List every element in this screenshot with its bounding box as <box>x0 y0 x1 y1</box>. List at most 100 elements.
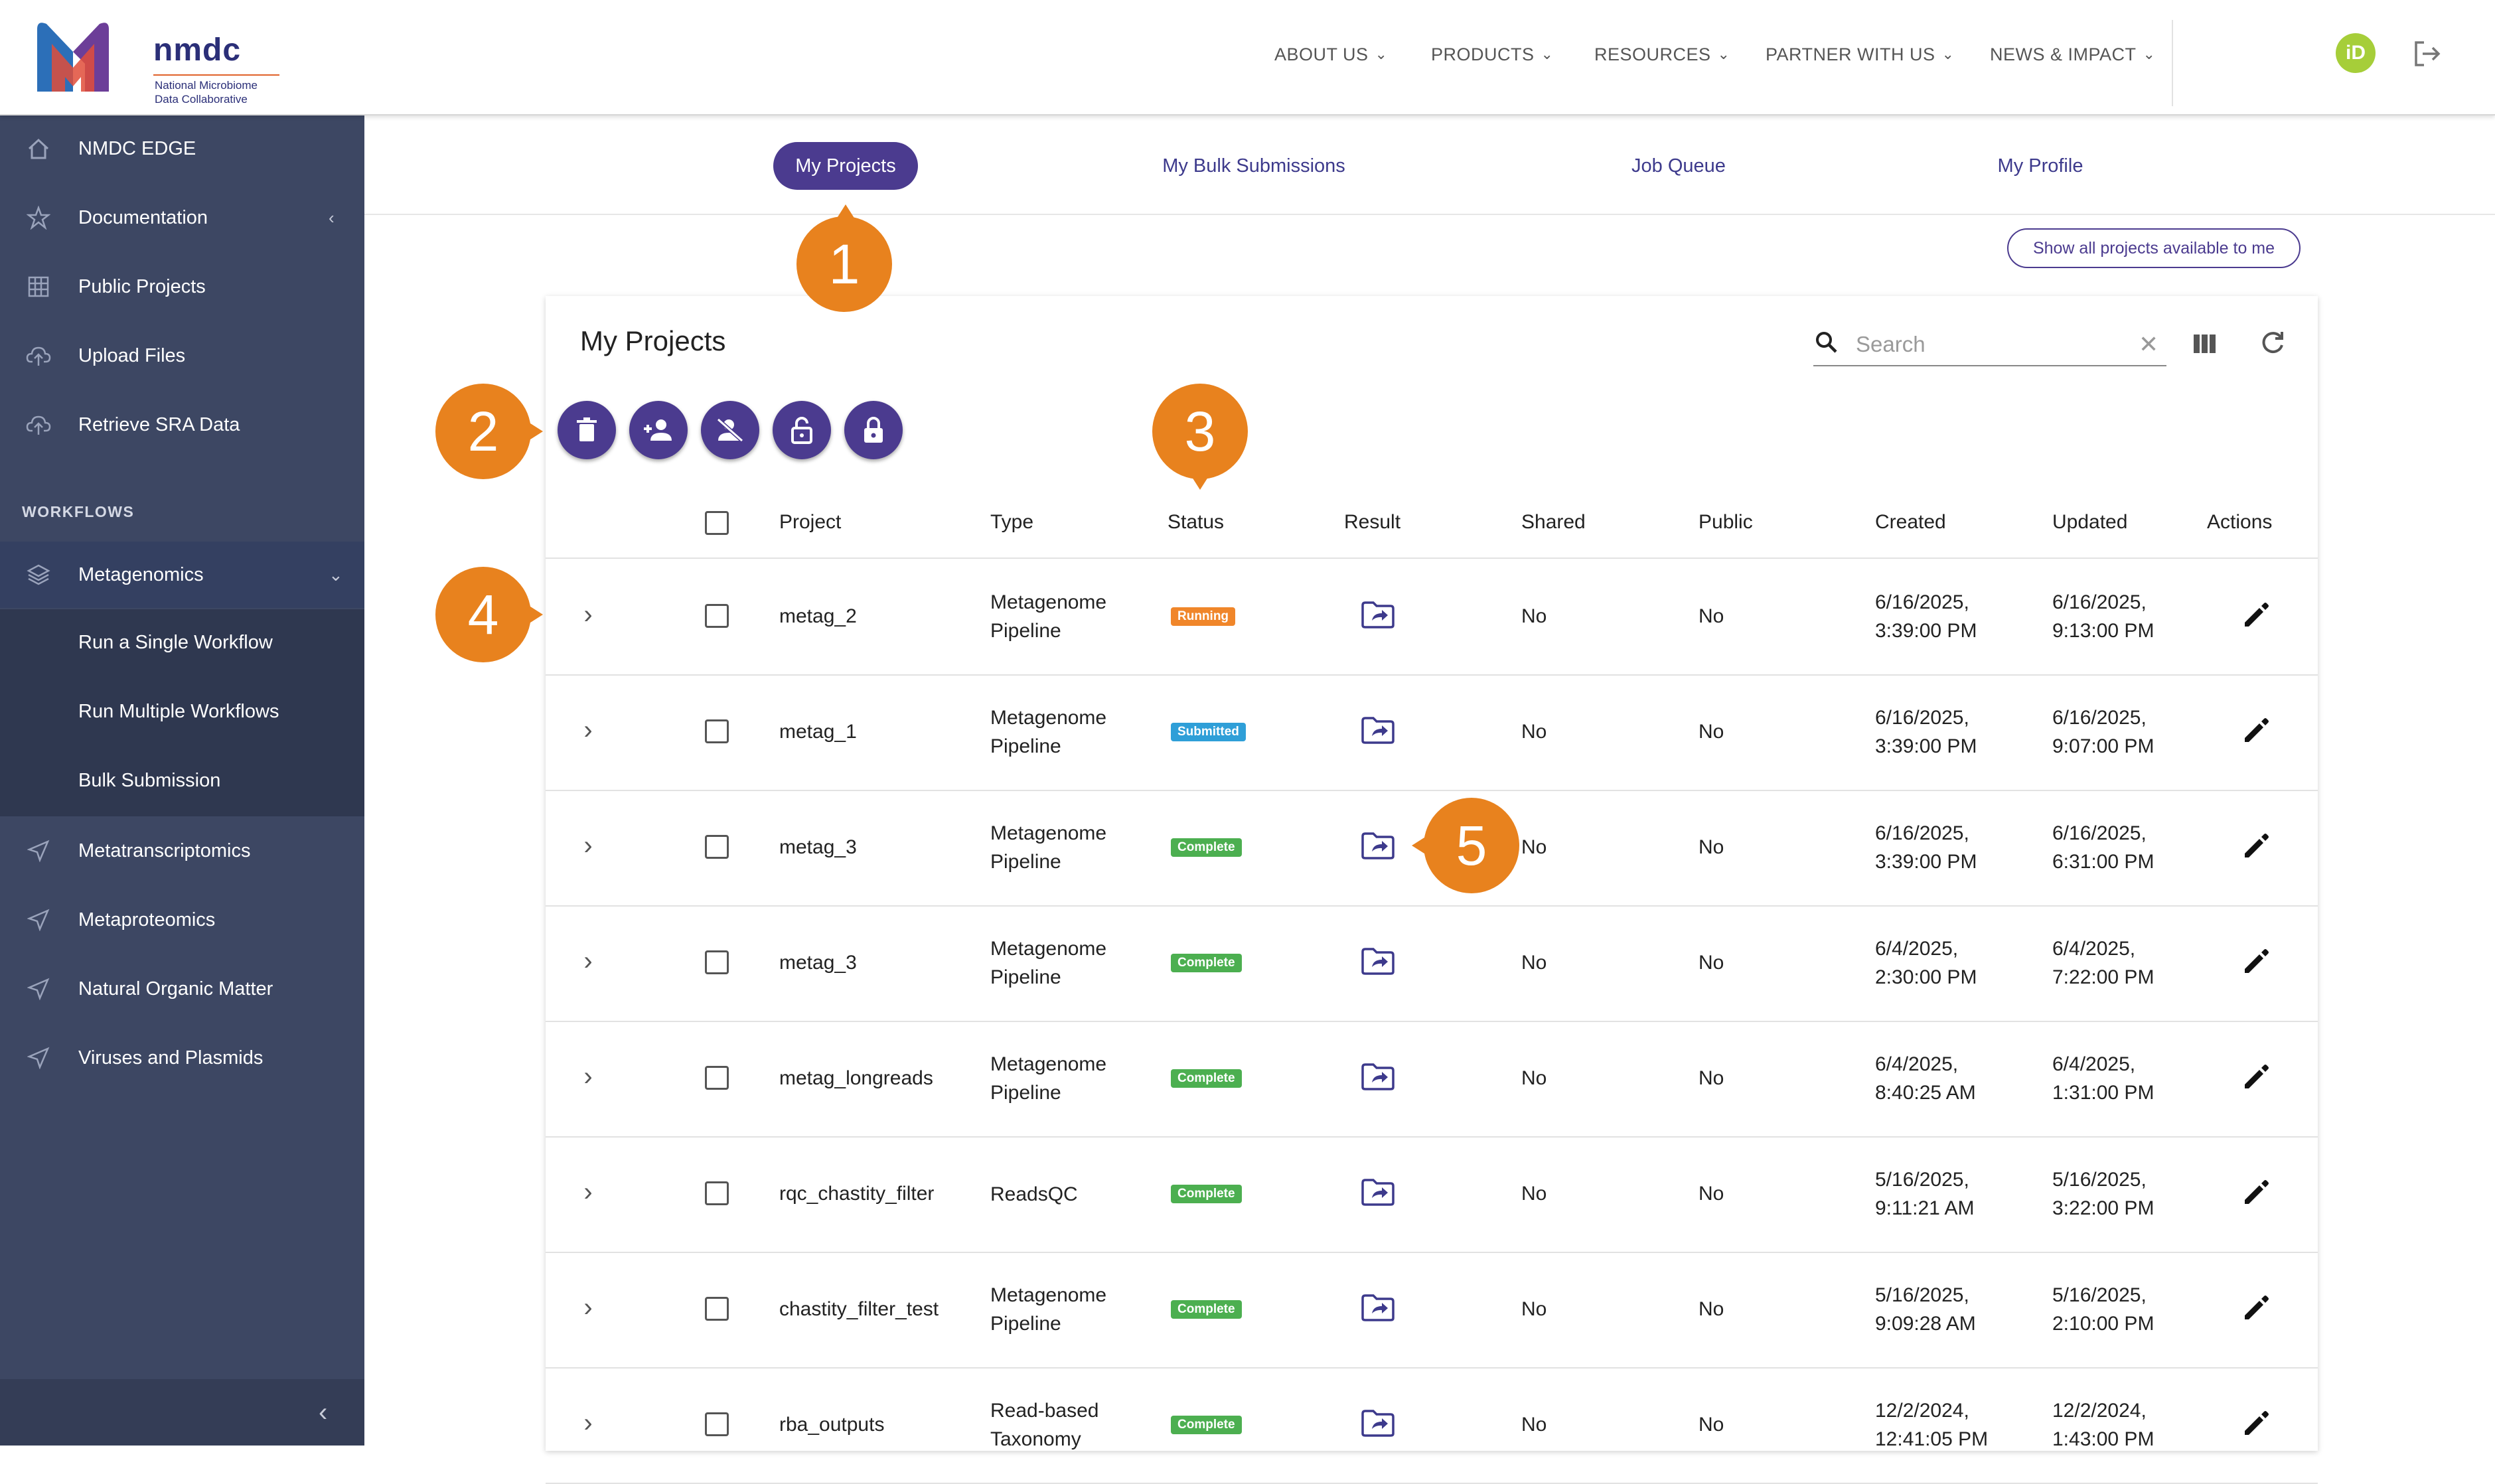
chevron-down-icon: ⌄ <box>1941 46 1955 62</box>
sidebar-item-natural-organic-matter[interactable]: Natural Organic Matter <box>0 956 364 1022</box>
open-result-folder-icon[interactable] <box>1361 946 1395 976</box>
nav-news-impact[interactable]: NEWS & IMPACT ⌄ <box>1990 41 2155 68</box>
edit-pencil-icon[interactable] <box>2239 946 2271 978</box>
edit-pencil-icon[interactable] <box>2239 600 2271 632</box>
edit-pencil-icon[interactable] <box>2239 831 2271 863</box>
orcid-icon[interactable]: iD <box>2336 33 2376 73</box>
edit-pencil-icon[interactable] <box>2239 1293 2271 1325</box>
sidebar-item-public-projects[interactable]: Public Projects <box>0 254 364 320</box>
show-all-projects-button[interactable]: Show all projects available to me <box>2007 228 2301 268</box>
public-value: No <box>1699 721 1724 743</box>
refresh-icon[interactable] <box>2258 328 2287 357</box>
search-input[interactable] <box>1854 329 2123 360</box>
column-header-type[interactable]: Type <box>990 511 1033 534</box>
table-row[interactable]: › metag_longreads Metagenome Pipeline Comple… <box>546 1021 2318 1138</box>
sidebar-item-label: Run Multiple Workflows <box>78 700 279 722</box>
table-row[interactable]: › metag_3 Metagenome Pipeline Complete No No 6/… <box>546 905 2318 1022</box>
edit-pencil-icon[interactable] <box>2239 715 2271 747</box>
sidebar-item-bulk-submission[interactable]: Bulk Submission <box>0 747 364 814</box>
sidebar-item-documentation[interactable]: Documentation ‹ <box>0 185 364 251</box>
row-checkbox[interactable] <box>705 1066 729 1090</box>
nav-products[interactable]: PRODUCTS ⌄ <box>1431 41 1553 68</box>
created-date-line: 12/2/2024, <box>1875 1400 1969 1422</box>
columns-icon[interactable] <box>2192 331 2218 357</box>
project-name[interactable]: metag_3 <box>779 790 857 905</box>
share-button[interactable] <box>629 401 688 459</box>
updated-date: 5/16/2025, 2:10:00 PM <box>2052 1252 2154 1367</box>
sidebar-item-retrieve-sra[interactable]: Retrieve SRA Data <box>0 392 364 458</box>
project-name[interactable]: metag_3 <box>779 905 857 1021</box>
project-name[interactable]: metag_2 <box>779 559 857 674</box>
sidebar-item-upload-files[interactable]: Upload Files <box>0 323 364 389</box>
open-result-folder-icon[interactable] <box>1361 715 1395 745</box>
expand-row-chevron-icon[interactable]: › <box>575 1062 601 1092</box>
expand-row-chevron-icon[interactable]: › <box>575 1408 601 1438</box>
project-type: Metagenome Pipeline <box>990 1021 1106 1136</box>
table-row[interactable]: › metag_2 Metagenome Pipeline Running No No 6/1… <box>546 559 2318 676</box>
project-name[interactable]: chastity_filter_test <box>779 1252 939 1367</box>
sidebar-item-run-multiple-workflows[interactable]: Run Multiple Workflows <box>0 678 364 745</box>
nav-about-us[interactable]: ABOUT US ⌄ <box>1274 41 1387 68</box>
column-header-result[interactable]: Result <box>1344 511 1400 534</box>
open-result-folder-icon[interactable] <box>1361 600 1395 629</box>
row-checkbox[interactable] <box>705 1181 729 1205</box>
row-checkbox[interactable] <box>705 604 729 628</box>
expand-row-chevron-icon[interactable]: › <box>575 715 601 745</box>
nav-resources[interactable]: RESOURCES ⌄ <box>1594 41 1730 68</box>
project-name[interactable]: rqc_chastity_filter <box>779 1136 934 1252</box>
row-checkbox[interactable] <box>705 1297 729 1321</box>
open-result-folder-icon[interactable] <box>1361 1062 1395 1091</box>
row-checkbox[interactable] <box>705 835 729 859</box>
nmdc-logo[interactable]: nmdc National Microbiome Data Collaborat… <box>32 17 279 106</box>
row-checkbox[interactable] <box>705 719 729 743</box>
column-header-updated[interactable]: Updated <box>2052 511 2127 534</box>
expand-row-chevron-icon[interactable]: › <box>575 946 601 976</box>
open-result-folder-icon[interactable] <box>1361 1408 1395 1438</box>
open-result-folder-icon[interactable] <box>1361 1293 1395 1322</box>
sidebar-item-nmdc-edge[interactable]: NMDC EDGE <box>0 115 364 182</box>
delete-button[interactable] <box>558 401 616 459</box>
table-row[interactable]: › rqc_chastity_filter ReadsQC Complete No No 5… <box>546 1136 2318 1253</box>
sidebar-item-metaproteomics[interactable]: Metaproteomics <box>0 887 364 953</box>
column-header-shared[interactable]: Shared <box>1521 511 1586 534</box>
column-header-project[interactable]: Project <box>779 511 841 534</box>
select-all-checkbox[interactable] <box>705 511 729 535</box>
open-result-folder-icon[interactable] <box>1361 831 1395 860</box>
expand-row-chevron-icon[interactable]: › <box>575 1293 601 1323</box>
column-header-status[interactable]: Status <box>1168 511 1224 534</box>
chevron-down-icon: ⌄ <box>329 564 343 585</box>
column-header-public[interactable]: Public <box>1699 511 1753 534</box>
project-name[interactable]: metag_longreads <box>779 1021 933 1136</box>
nav-label: PARTNER WITH US <box>1766 44 1935 64</box>
tab-my-bulk-submissions[interactable]: My Bulk Submissions <box>1148 142 1360 190</box>
logout-icon[interactable] <box>2411 37 2444 70</box>
collapse-sidebar-icon[interactable]: ‹ <box>319 1398 327 1428</box>
sidebar-item-run-single-workflow[interactable]: Run a Single Workflow <box>0 609 364 676</box>
expand-row-chevron-icon[interactable]: › <box>575 600 601 630</box>
sidebar-item-metagenomics[interactable]: Metagenomics ⌄ <box>0 542 364 608</box>
project-name[interactable]: metag_1 <box>779 674 857 790</box>
make-public-button[interactable] <box>773 401 831 459</box>
edit-pencil-icon[interactable] <box>2239 1177 2271 1209</box>
tab-job-queue[interactable]: Job Queue <box>1599 142 1758 190</box>
row-checkbox[interactable] <box>705 1412 729 1436</box>
row-checkbox[interactable] <box>705 950 729 974</box>
open-result-folder-icon[interactable] <box>1361 1177 1395 1207</box>
column-header-created[interactable]: Created <box>1875 511 1946 534</box>
expand-row-chevron-icon[interactable]: › <box>575 1177 601 1207</box>
project-name[interactable]: rba_outputs <box>779 1367 884 1483</box>
nav-partner-with-us[interactable]: PARTNER WITH US ⌄ <box>1766 41 1954 68</box>
table-row[interactable]: › rba_outputs Read-based Taxonomy Complete No… <box>546 1367 2318 1484</box>
unshare-button[interactable] <box>701 401 759 459</box>
table-row[interactable]: › chastity_filter_test Metagenome Pipeline C… <box>546 1252 2318 1369</box>
tab-my-projects[interactable]: My Projects <box>773 142 918 190</box>
edit-pencil-icon[interactable] <box>2239 1062 2271 1094</box>
tab-my-profile[interactable]: My Profile <box>1957 142 2123 190</box>
sidebar-item-viruses-plasmids[interactable]: Viruses and Plasmids <box>0 1025 364 1091</box>
sidebar-item-metatranscriptomics[interactable]: Metatranscriptomics <box>0 818 364 884</box>
expand-row-chevron-icon[interactable]: › <box>575 831 601 861</box>
clear-search-icon[interactable]: ✕ <box>2139 331 2158 358</box>
table-row[interactable]: › metag_1 Metagenome Pipeline Submitted No No 6… <box>546 674 2318 791</box>
make-private-button[interactable] <box>844 401 903 459</box>
edit-pencil-icon[interactable] <box>2239 1408 2271 1440</box>
